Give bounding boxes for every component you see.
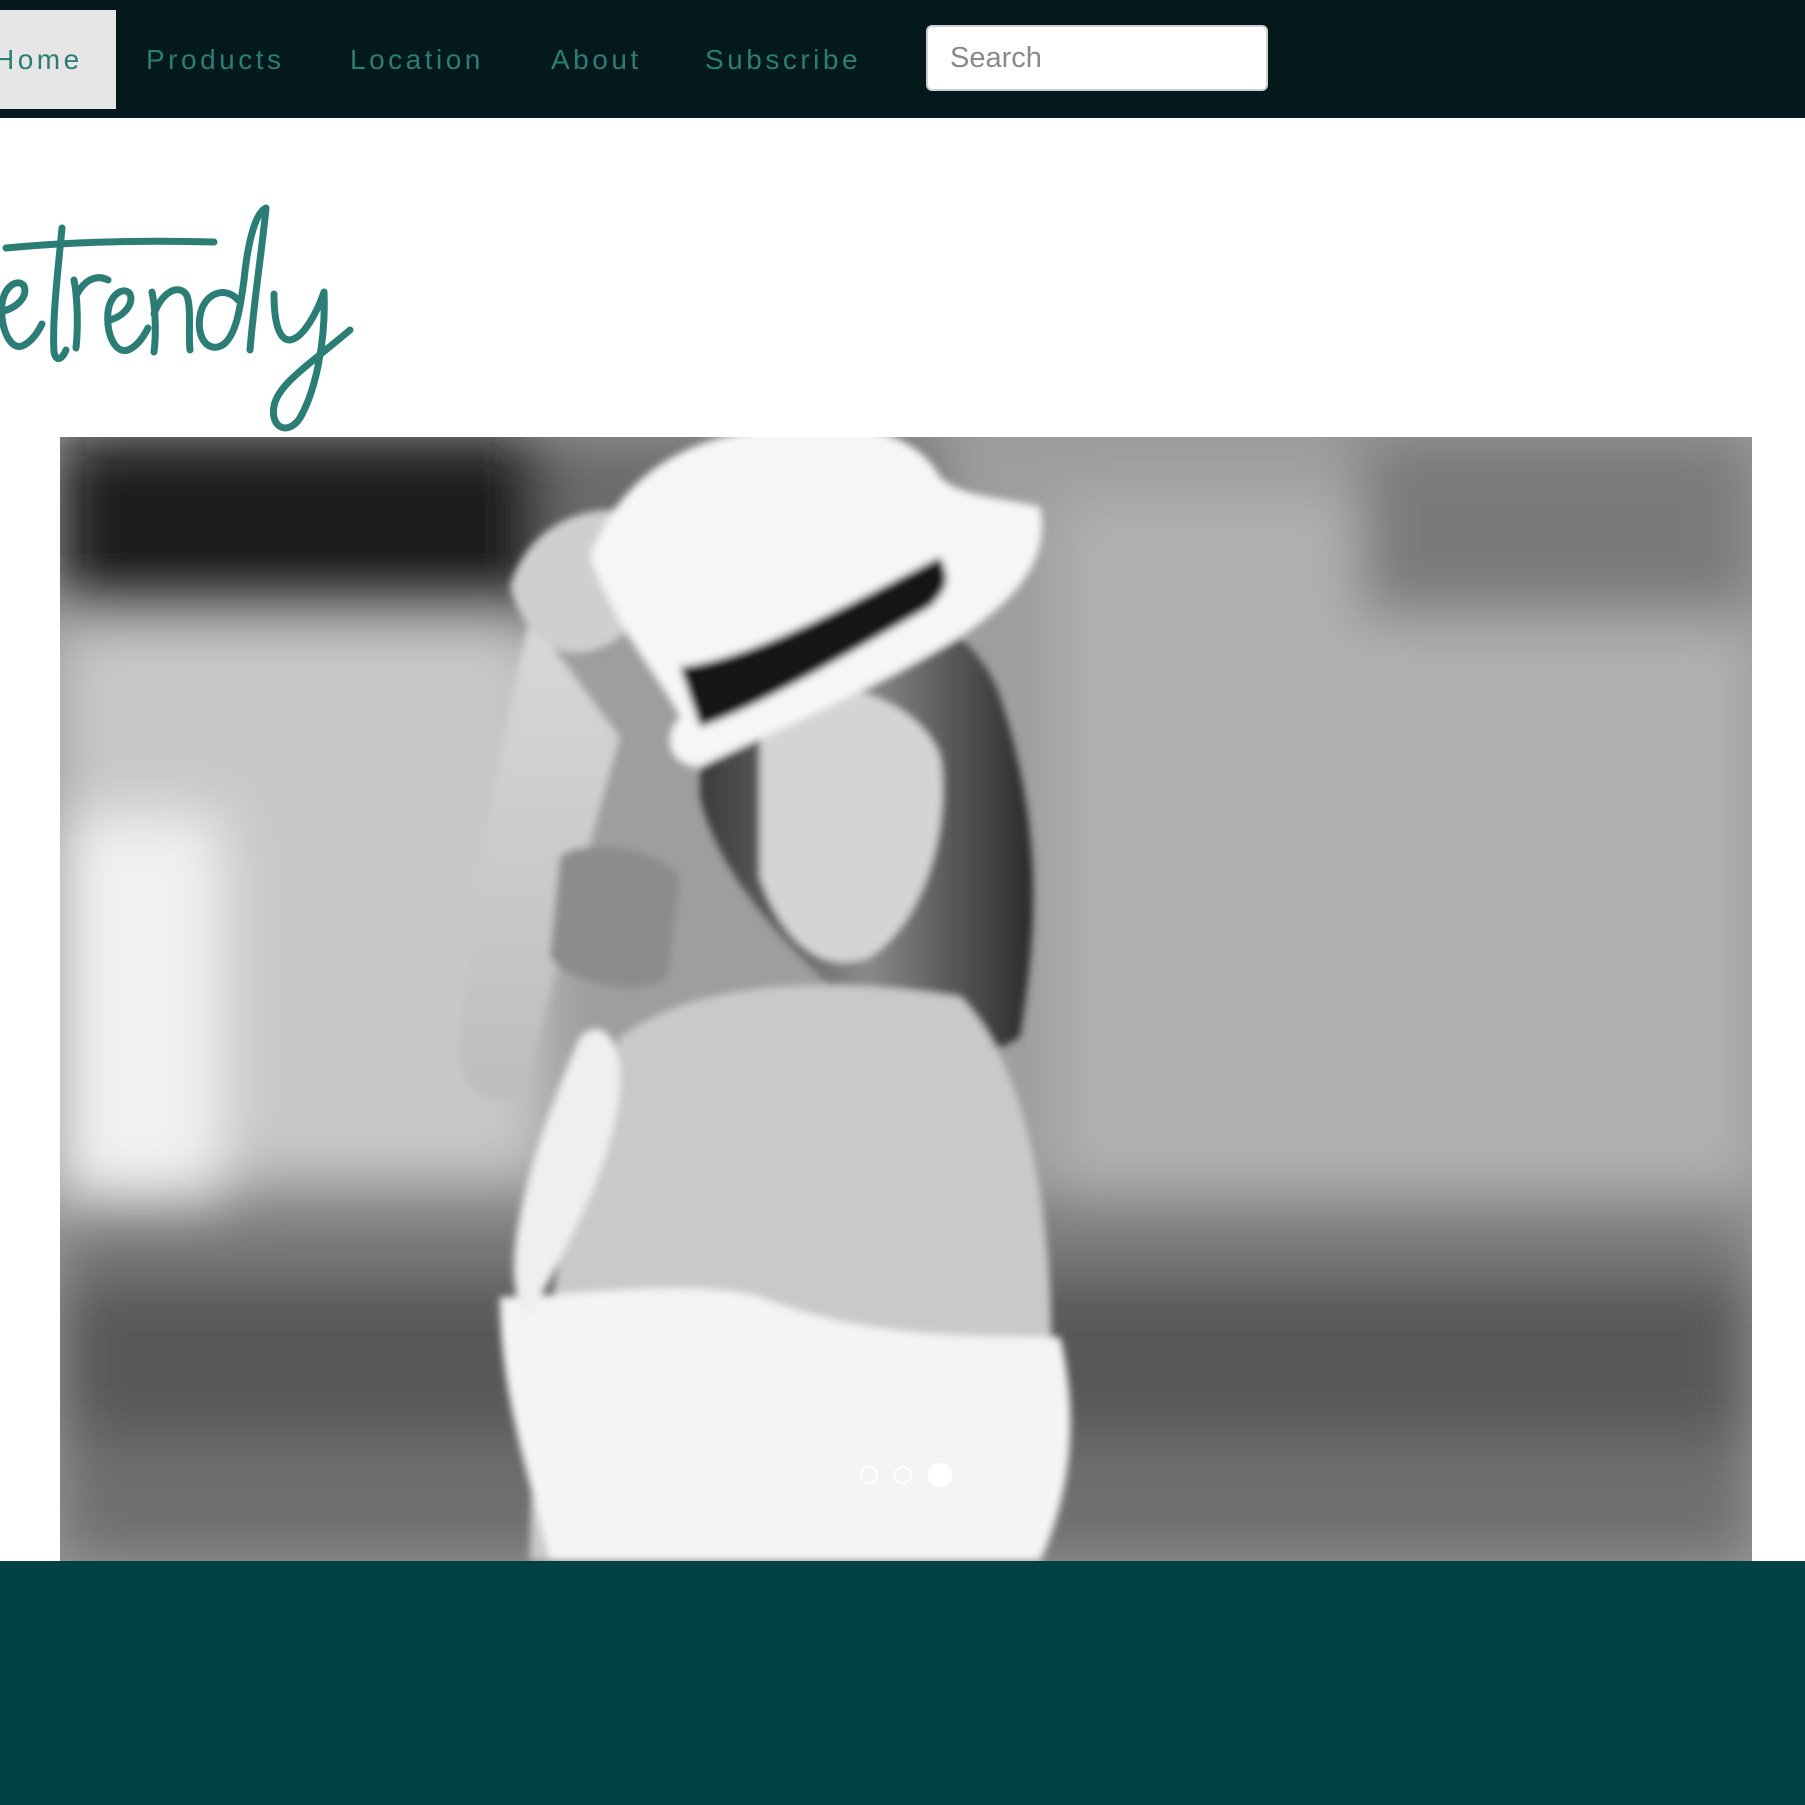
hero-carousel[interactable] <box>60 437 1752 1561</box>
nav-item-label: Products <box>146 44 285 75</box>
footer-band <box>0 1561 1805 1805</box>
carousel-indicators <box>60 1463 1752 1487</box>
hero-slide-photo <box>60 437 1752 1561</box>
brand-logo[interactable] <box>0 200 380 440</box>
nav-item-label: Location <box>350 44 484 75</box>
logo-script-graphic <box>0 204 354 432</box>
carousel-indicator-1[interactable] <box>860 1466 878 1484</box>
nav-item-label: Subscribe <box>705 44 862 75</box>
nav-item-label: Home <box>0 44 83 75</box>
nav-item-products[interactable]: Products <box>146 10 285 109</box>
carousel-indicator-2[interactable] <box>894 1466 912 1484</box>
nav-item-location[interactable]: Location <box>350 10 484 109</box>
nav-item-subscribe[interactable]: Subscribe <box>705 10 861 109</box>
nav-item-label: About <box>551 44 642 75</box>
nav-item-home[interactable]: Home <box>0 10 116 109</box>
search-input[interactable] <box>926 25 1268 91</box>
top-navbar: Home Products Location About Subscribe <box>0 0 1805 118</box>
nav-item-about[interactable]: About <box>551 10 642 109</box>
carousel-indicator-3-active[interactable] <box>928 1463 952 1487</box>
